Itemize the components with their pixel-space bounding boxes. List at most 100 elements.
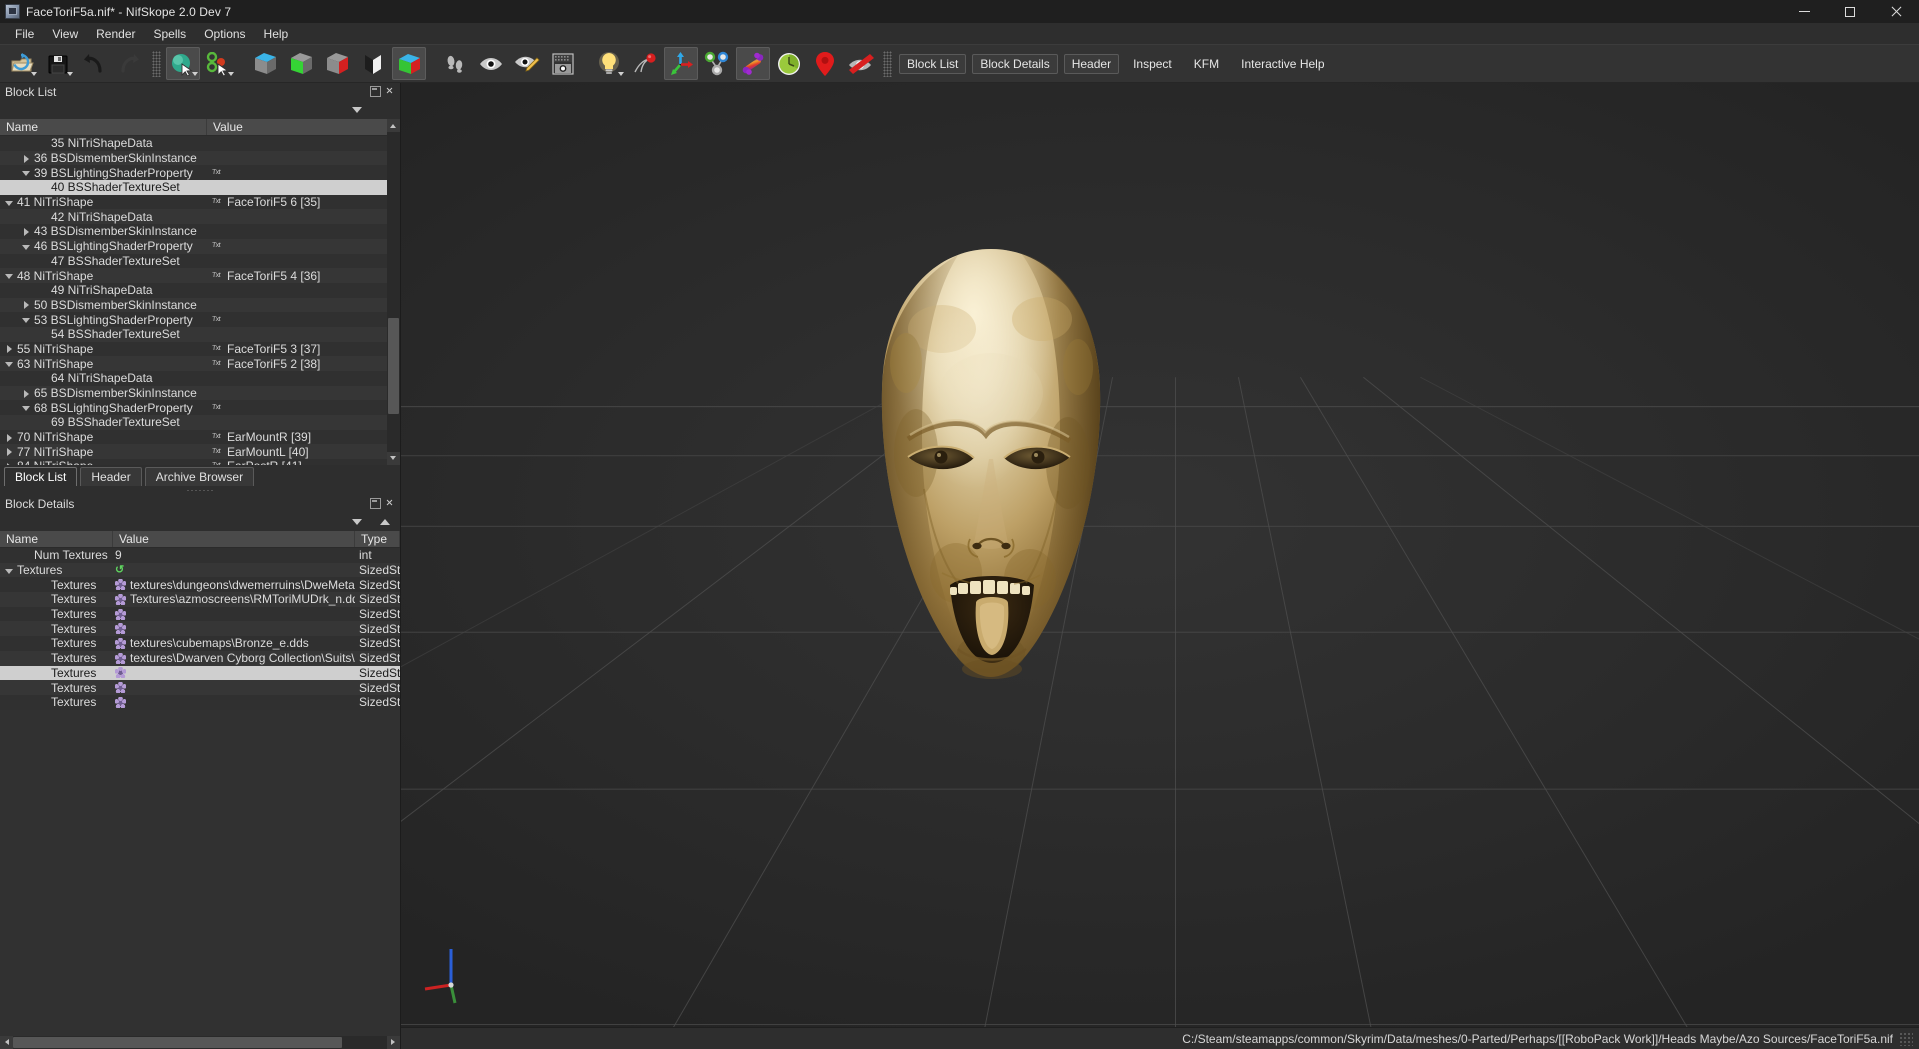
chevron-up-icon[interactable] (380, 519, 390, 525)
scroll-right-button[interactable] (387, 1036, 400, 1049)
table-row[interactable]: 70 NiTriShape Txt EarMountR [39] (0, 429, 400, 445)
save-file-button[interactable] (41, 47, 75, 80)
table-row[interactable]: 35 NiTriShapeData (0, 136, 400, 151)
screenshot-button[interactable] (546, 47, 580, 80)
chevron-down-icon[interactable] (21, 314, 32, 325)
table-row[interactable]: Textures SizedStri (0, 665, 400, 681)
menu-spells[interactable]: Spells (145, 25, 196, 43)
chevron-down-icon[interactable] (21, 241, 32, 252)
table-row[interactable]: 54 BSShaderTextureSet (0, 326, 400, 342)
chevron-down-icon[interactable] (21, 402, 32, 413)
toolbar-grip-2[interactable] (883, 50, 892, 77)
table-row[interactable]: 47 BSShaderTextureSet (0, 253, 400, 269)
chevron-down-icon[interactable] (352, 107, 362, 113)
table-row[interactable]: 49 NiTriShapeData (0, 282, 400, 298)
block-details-hscrollbar[interactable] (0, 1036, 400, 1049)
edit-visibility-button[interactable] (510, 47, 544, 80)
scroll-left-button[interactable] (0, 1036, 13, 1049)
chevron-down-icon[interactable] (4, 358, 15, 369)
show-nodes-button[interactable] (700, 47, 734, 80)
chevron-right-icon[interactable] (21, 153, 32, 164)
lighting-button[interactable] (592, 47, 626, 80)
view-side-button[interactable] (320, 47, 354, 80)
table-row[interactable]: Textures SizedStri (0, 694, 400, 710)
undo-button[interactable] (77, 47, 111, 80)
show-hidden-button[interactable] (474, 47, 508, 80)
view-front-button[interactable] (284, 47, 318, 80)
scroll-thumb[interactable] (13, 1037, 343, 1048)
maximize-button[interactable] (1827, 0, 1873, 23)
table-row[interactable]: 42 NiTriShapeData (0, 209, 400, 225)
table-row[interactable]: 50 BSDismemberSkinInstance (0, 297, 400, 313)
tab-block-list[interactable]: Block List (4, 467, 78, 486)
table-row[interactable]: 36 BSDismemberSkinInstance (0, 150, 400, 166)
column-header-name[interactable]: Name (0, 119, 207, 135)
table-row[interactable]: 46 BSLightingShaderProperty Txt (0, 238, 400, 254)
show-markers-button[interactable] (628, 47, 662, 80)
menu-render[interactable]: Render (87, 25, 144, 43)
float-icon[interactable] (370, 498, 381, 509)
view-walk-button[interactable] (392, 47, 426, 80)
panel-button-block-list[interactable]: Block List (899, 53, 967, 74)
table-row[interactable]: 43 BSDismemberSkinInstance (0, 224, 400, 239)
view-top-button[interactable] (248, 47, 282, 80)
resize-grip-icon[interactable] (1899, 1031, 1913, 1046)
panel-button-interactive-help[interactable]: Interactive Help (1233, 54, 1332, 74)
scroll-track[interactable] (13, 1036, 387, 1049)
hide-markers-button[interactable] (844, 47, 878, 80)
table-row[interactable]: 55 NiTriShape Txt FaceToriF5 3 [37] (0, 341, 400, 357)
table-row[interactable]: 63 NiTriShape Txt FaceToriF5 2 [38] (0, 356, 400, 371)
redo-button[interactable] (113, 47, 147, 80)
dock-splitter[interactable] (0, 486, 400, 495)
chevron-down-icon[interactable] (21, 167, 32, 178)
select-object-button[interactable] (166, 47, 200, 80)
float-icon[interactable] (370, 86, 381, 97)
table-row[interactable]: Textures Textures\azmoscreens\RMToriMUDrk… (0, 592, 400, 607)
table-row[interactable]: 68 BSLightingShaderProperty Txt (0, 400, 400, 416)
walk-mode-button[interactable] (438, 47, 472, 80)
chevron-right-icon[interactable] (21, 299, 32, 310)
table-row[interactable]: 53 BSLightingShaderProperty Txt (0, 312, 400, 327)
table-row[interactable]: 65 BSDismemberSkinInstance (0, 385, 400, 401)
view-flip-button[interactable] (356, 47, 390, 80)
table-row[interactable]: Textures textures\dungeons\dwemerruins\Dw… (0, 577, 400, 593)
chevron-down-icon[interactable] (4, 565, 15, 576)
open-file-button[interactable] (5, 47, 39, 80)
minimize-button[interactable] (1781, 0, 1827, 23)
show-collision-button[interactable] (736, 47, 770, 80)
table-row[interactable]: Num Textures 9 int (0, 548, 400, 563)
table-row[interactable]: 39 BSLightingShaderProperty Txt (0, 165, 400, 181)
show-axes-button[interactable] (664, 47, 698, 80)
show-furniture-button[interactable] (808, 47, 842, 80)
table-row[interactable]: 64 NiTriShapeData (0, 371, 400, 386)
chevron-right-icon[interactable] (21, 226, 32, 237)
scroll-track[interactable] (387, 132, 400, 452)
panel-button-header[interactable]: Header (1063, 53, 1120, 74)
chevron-right-icon[interactable] (4, 446, 15, 457)
table-row[interactable]: Textures SizedStri (0, 680, 400, 695)
table-row[interactable]: Textures textures\cubemaps\Bronze_e.dds Si… (0, 636, 400, 651)
scroll-up-button[interactable] (387, 119, 400, 132)
table-row[interactable]: 41 NiTriShape Txt FaceToriF5 6 [35] (0, 194, 400, 210)
menu-help[interactable]: Help (255, 25, 298, 43)
table-row[interactable]: Textures textures\Dwarven Cyborg Collecti… (0, 650, 400, 666)
chevron-right-icon[interactable] (4, 343, 15, 354)
table-row[interactable]: Textures SizedStri (0, 606, 400, 622)
tab-archive-browser[interactable]: Archive Browser (144, 467, 255, 486)
table-row[interactable]: Textures SizedStri (0, 621, 400, 637)
column-header-value[interactable]: Value (113, 531, 355, 547)
face-mesh-model[interactable] (846, 243, 1136, 703)
block-list-vscrollbar[interactable] (387, 119, 400, 465)
chevron-down-icon[interactable] (4, 197, 15, 208)
column-header-value[interactable]: Value (207, 119, 400, 135)
close-icon[interactable] (385, 86, 396, 97)
panel-button-block-details[interactable]: Block Details (972, 53, 1058, 74)
menu-options[interactable]: Options (195, 25, 254, 43)
close-icon[interactable] (385, 498, 396, 509)
toolbar-grip[interactable] (152, 50, 161, 77)
table-row[interactable]: 77 NiTriShape Txt EarMountL [40] (0, 444, 400, 460)
scroll-thumb[interactable] (388, 317, 399, 414)
table-row[interactable]: 48 NiTriShape Txt FaceToriF5 4 [36] (0, 268, 400, 283)
table-row[interactable]: 40 BSShaderTextureSet (0, 180, 400, 195)
menu-view[interactable]: View (43, 25, 87, 43)
